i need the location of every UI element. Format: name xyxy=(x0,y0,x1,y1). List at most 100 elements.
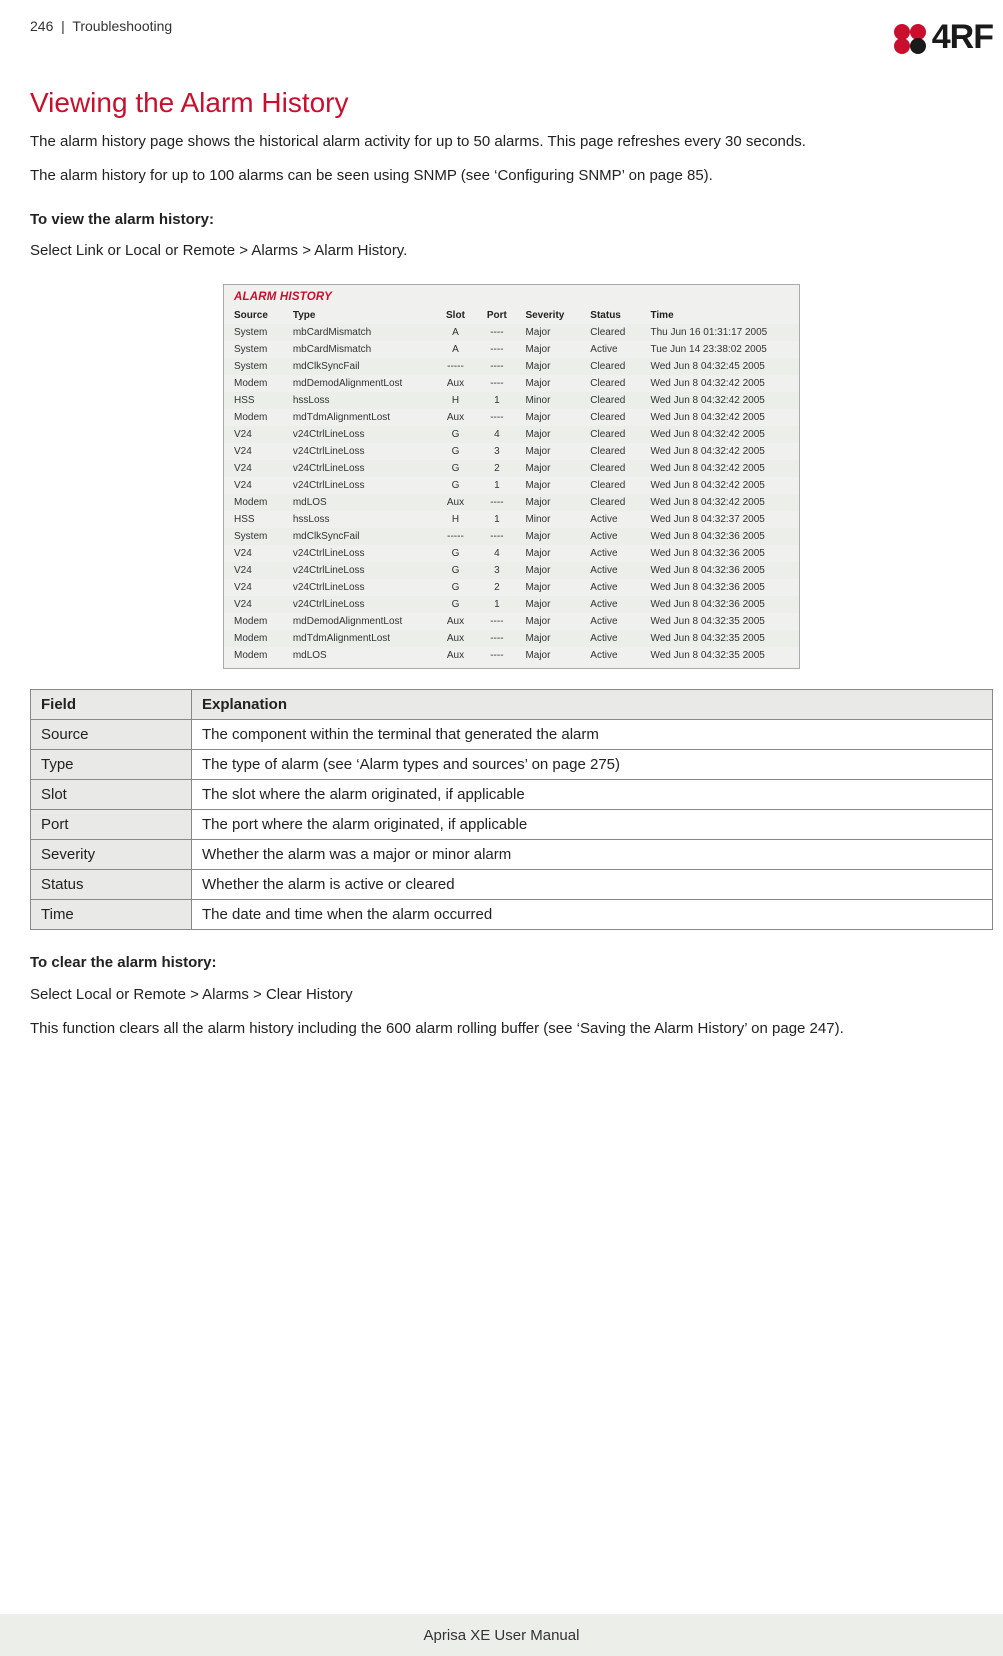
cell-type: mdClkSyncFail xyxy=(283,528,433,545)
cell-time: Tue Jun 14 23:38:02 2005 xyxy=(640,341,799,358)
cell-status: Cleared xyxy=(580,426,640,443)
cell-severity: Major xyxy=(515,545,580,562)
cell-severity: Major xyxy=(515,579,580,596)
cell-slot: G xyxy=(433,545,474,562)
cell-slot: H xyxy=(433,511,474,528)
cell-port: 3 xyxy=(473,443,515,460)
cell-source: System xyxy=(224,341,283,358)
intro-paragraph-2: The alarm history for up to 100 alarms c… xyxy=(30,165,993,187)
page-title: Viewing the Alarm History xyxy=(30,87,993,119)
field-name: Port xyxy=(31,810,192,840)
field-explanation: The date and time when the alarm occurre… xyxy=(192,900,993,930)
field-explanation: Whether the alarm is active or cleared xyxy=(192,870,993,900)
table-row: V24v24CtrlLineLossG3MajorClearedWed Jun … xyxy=(224,443,799,460)
cell-type: mdTdmAlignmentLost xyxy=(283,409,433,426)
cell-time: Wed Jun 8 04:32:42 2005 xyxy=(640,494,799,511)
col-type: Type xyxy=(283,307,433,324)
table-row: ModemmdLOSAux----MajorActiveWed Jun 8 04… xyxy=(224,647,799,664)
cell-slot: G xyxy=(433,460,474,477)
table-row: SystemmdClkSyncFail---------MajorCleared… xyxy=(224,358,799,375)
cell-port: ---- xyxy=(473,528,515,545)
cell-source: System xyxy=(224,324,283,341)
cell-time: Wed Jun 8 04:32:36 2005 xyxy=(640,596,799,613)
cell-severity: Major xyxy=(515,426,580,443)
table-row: V24v24CtrlLineLossG4MajorClearedWed Jun … xyxy=(224,426,799,443)
cell-status: Active xyxy=(580,545,640,562)
table-row: ModemmdLOSAux----MajorClearedWed Jun 8 0… xyxy=(224,494,799,511)
cell-status: Active xyxy=(580,562,640,579)
cell-port: ---- xyxy=(473,324,515,341)
table-row: TimeThe date and time when the alarm occ… xyxy=(31,900,993,930)
cell-severity: Major xyxy=(515,341,580,358)
field-name: Status xyxy=(31,870,192,900)
cell-severity: Major xyxy=(515,528,580,545)
cell-severity: Major xyxy=(515,630,580,647)
cell-port: 1 xyxy=(473,392,515,409)
cell-source: V24 xyxy=(224,579,283,596)
cell-port: ---- xyxy=(473,613,515,630)
cell-severity: Major xyxy=(515,562,580,579)
cell-source: V24 xyxy=(224,443,283,460)
cell-type: v24CtrlLineLoss xyxy=(283,579,433,596)
cell-type: mdLOS xyxy=(283,647,433,664)
cell-type: mbCardMismatch xyxy=(283,341,433,358)
cell-source: V24 xyxy=(224,545,283,562)
cell-time: Wed Jun 8 04:32:35 2005 xyxy=(640,613,799,630)
to-clear-text-2: This function clears all the alarm histo… xyxy=(30,1018,993,1040)
field-explanation: The type of alarm (see ‘Alarm types and … xyxy=(192,750,993,780)
cell-status: Cleared xyxy=(580,494,640,511)
cell-type: hssLoss xyxy=(283,511,433,528)
table-row: V24v24CtrlLineLossG4MajorActiveWed Jun 8… xyxy=(224,545,799,562)
cell-status: Cleared xyxy=(580,409,640,426)
cell-status: Active xyxy=(580,613,640,630)
cell-severity: Major xyxy=(515,460,580,477)
table-row: V24v24CtrlLineLossG1MajorActiveWed Jun 8… xyxy=(224,596,799,613)
to-view-heading: To view the alarm history: xyxy=(30,209,993,231)
field-name: Severity xyxy=(31,840,192,870)
cell-source: V24 xyxy=(224,460,283,477)
cell-source: Modem xyxy=(224,409,283,426)
col-time: Time xyxy=(640,307,799,324)
table-row: PortThe port where the alarm originated,… xyxy=(31,810,993,840)
field-explanation-table: Field Explanation SourceThe component wi… xyxy=(30,689,993,930)
cell-severity: Major xyxy=(515,613,580,630)
intro-paragraph-1: The alarm history page shows the histori… xyxy=(30,131,993,153)
cell-source: Modem xyxy=(224,375,283,392)
cell-time: Wed Jun 8 04:32:37 2005 xyxy=(640,511,799,528)
cell-type: mdTdmAlignmentLost xyxy=(283,630,433,647)
cell-time: Wed Jun 8 04:32:36 2005 xyxy=(640,528,799,545)
cell-status: Cleared xyxy=(580,375,640,392)
cell-severity: Major xyxy=(515,494,580,511)
field-name: Slot xyxy=(31,780,192,810)
cell-source: Modem xyxy=(224,647,283,664)
cell-time: Wed Jun 8 04:32:42 2005 xyxy=(640,409,799,426)
cell-time: Thu Jun 16 01:31:17 2005 xyxy=(640,324,799,341)
cell-type: hssLoss xyxy=(283,392,433,409)
cell-slot: G xyxy=(433,579,474,596)
cell-slot: A xyxy=(433,324,474,341)
cell-port: 4 xyxy=(473,545,515,562)
cell-severity: Minor xyxy=(515,511,580,528)
field-name: Time xyxy=(31,900,192,930)
cell-source: V24 xyxy=(224,477,283,494)
cell-slot: Aux xyxy=(433,375,474,392)
footer-text: Aprisa XE User Manual xyxy=(424,1627,580,1644)
cell-severity: Major xyxy=(515,647,580,664)
cell-slot: Aux xyxy=(433,494,474,511)
alarm-history-table: Source Type Slot Port Severity Status Ti… xyxy=(224,307,799,664)
cell-status: Cleared xyxy=(580,460,640,477)
table-row: StatusWhether the alarm is active or cle… xyxy=(31,870,993,900)
cell-status: Active xyxy=(580,579,640,596)
cell-port: ---- xyxy=(473,494,515,511)
table-row: V24v24CtrlLineLossG1MajorClearedWed Jun … xyxy=(224,477,799,494)
cell-time: Wed Jun 8 04:32:36 2005 xyxy=(640,579,799,596)
cell-type: mbCardMismatch xyxy=(283,324,433,341)
field-explanation: Whether the alarm was a major or minor a… xyxy=(192,840,993,870)
cell-port: ---- xyxy=(473,375,515,392)
cell-port: 1 xyxy=(473,477,515,494)
cell-type: v24CtrlLineLoss xyxy=(283,596,433,613)
cell-type: v24CtrlLineLoss xyxy=(283,545,433,562)
to-view-text: Select Link or Local or Remote > Alarms … xyxy=(30,240,993,262)
table-row: ModemmdDemodAlignmentLostAux----MajorAct… xyxy=(224,613,799,630)
col-severity: Severity xyxy=(515,307,580,324)
